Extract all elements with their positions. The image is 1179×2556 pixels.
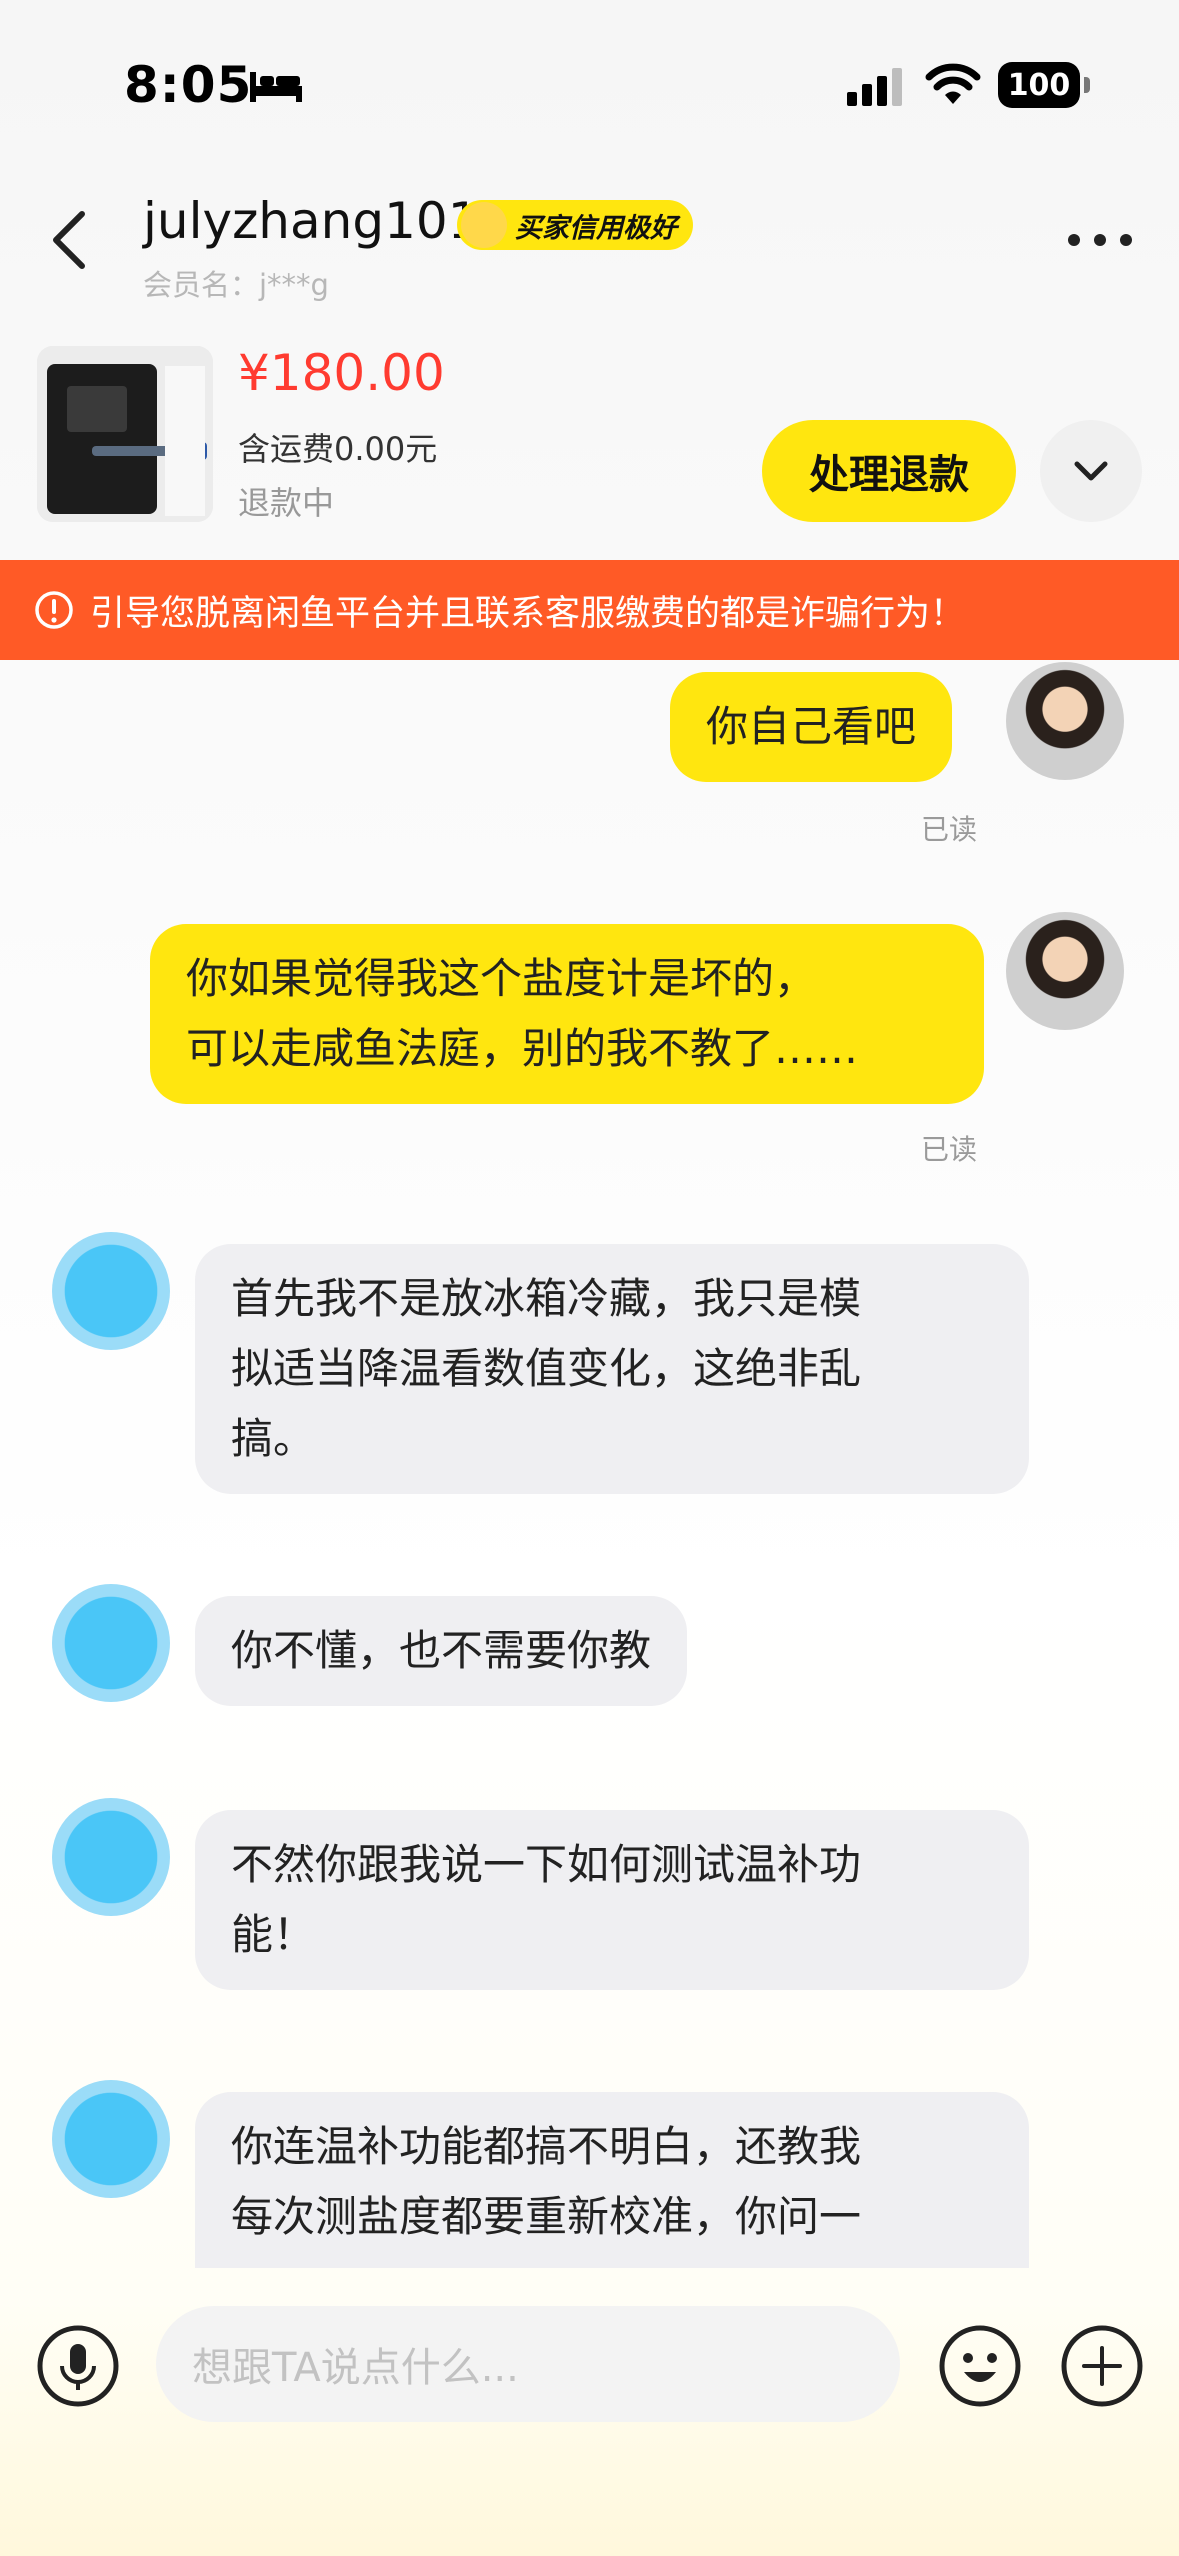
expand-button[interactable] [1040, 420, 1142, 522]
battery-icon: 100 [998, 62, 1090, 108]
message-bubble[interactable]: 不然你跟我说一下如何测试温补功 能！ [195, 1810, 1029, 1990]
message-line: 可以走咸鱼法庭，别的我不教了…… [186, 1024, 859, 1073]
my-avatar[interactable] [1006, 662, 1124, 780]
smile-sunglasses-icon [461, 202, 507, 248]
status-time: 8:05 [124, 56, 253, 114]
message-bubble[interactable]: 你不懂，也不需要你教 [195, 1596, 688, 1706]
message-bubble[interactable]: 你连温补功能都搞不明白，还教我 每次测盐度都要重新校准，你问一 [195, 2092, 1029, 2268]
message-bubble[interactable]: 首先我不是放冰箱冷藏，我只是模 拟适当降温看数值变化，这绝非乱 搞。 [195, 1244, 1029, 1494]
warning-text: 引导您脱离闲鱼平台并且联系客服缴费的都是诈骗行为！ [90, 593, 966, 634]
handle-refund-button[interactable]: 处理退款 [762, 420, 1016, 522]
message-line: 搞。 [231, 1414, 316, 1463]
read-status: 已读 [921, 1133, 978, 1166]
read-status: 已读 [921, 813, 978, 846]
message-line: 首先我不是放冰箱冷藏，我只是模 [231, 1274, 862, 1323]
message-bubble[interactable]: 你自己看吧 [670, 672, 953, 782]
buyer-avatar[interactable] [52, 2080, 170, 2198]
message-line: 你如果觉得我这个盐度计是坏的， [186, 954, 817, 1003]
chat-partner-name[interactable]: julyzhang101 [143, 192, 480, 250]
credit-badge: 买家信用极好 [457, 200, 693, 250]
message-line: 你自己看吧 [706, 702, 917, 751]
message-input-bar: 想跟TA说点什么... [0, 2268, 1179, 2448]
message-line: 你连温补功能都搞不明白，还教我 [231, 2122, 862, 2171]
chat-message-list[interactable]: 你自己看吧 已读 你如果觉得我这个盐度计是坏的， 可以走咸鱼法庭，别的我不教了…… [0, 660, 1179, 2268]
product-image[interactable] [37, 346, 213, 522]
more-icon[interactable] [1064, 228, 1136, 252]
buyer-avatar[interactable] [52, 1798, 170, 1916]
product-shipping: 含运费0.00元 [238, 430, 438, 468]
bed-icon [250, 72, 302, 102]
my-avatar[interactable] [1006, 912, 1124, 1030]
back-icon[interactable] [46, 208, 94, 272]
message-line: 每次测盐度都要重新校准，你问一 [231, 2192, 862, 2241]
status-bar: 8:05 100 [0, 0, 1179, 170]
chevron-down-icon [1074, 461, 1108, 481]
buyer-avatar[interactable] [52, 1232, 170, 1350]
message-line: 不然你跟我说一下如何测试温补功 [231, 1840, 862, 1889]
plus-icon[interactable] [1060, 2324, 1144, 2408]
wifi-icon [925, 63, 981, 104]
emoji-icon[interactable] [938, 2324, 1022, 2408]
mic-icon[interactable] [36, 2324, 120, 2408]
credit-badge-label: 买家信用极好 [515, 212, 677, 244]
member-name: 会员名：j***g [143, 268, 329, 302]
message-input[interactable]: 想跟TA说点什么... [156, 2306, 900, 2422]
buyer-avatar[interactable] [52, 1584, 170, 1702]
signal-icon [847, 68, 902, 106]
message-line: 你不懂，也不需要你教 [231, 1626, 652, 1675]
product-price: ¥180.00 [238, 344, 445, 402]
message-line: 拟适当降温看数值变化，这绝非乱 [231, 1344, 862, 1393]
message-line: 能！ [231, 1910, 316, 1959]
warning-icon [35, 591, 73, 629]
message-bubble[interactable]: 你如果觉得我这个盐度计是坏的， 可以走咸鱼法庭，别的我不教了…… [150, 924, 984, 1104]
refund-status: 退款中 [238, 484, 335, 522]
fraud-warning-banner: 引导您脱离闲鱼平台并且联系客服缴费的都是诈骗行为！ [0, 560, 1179, 660]
